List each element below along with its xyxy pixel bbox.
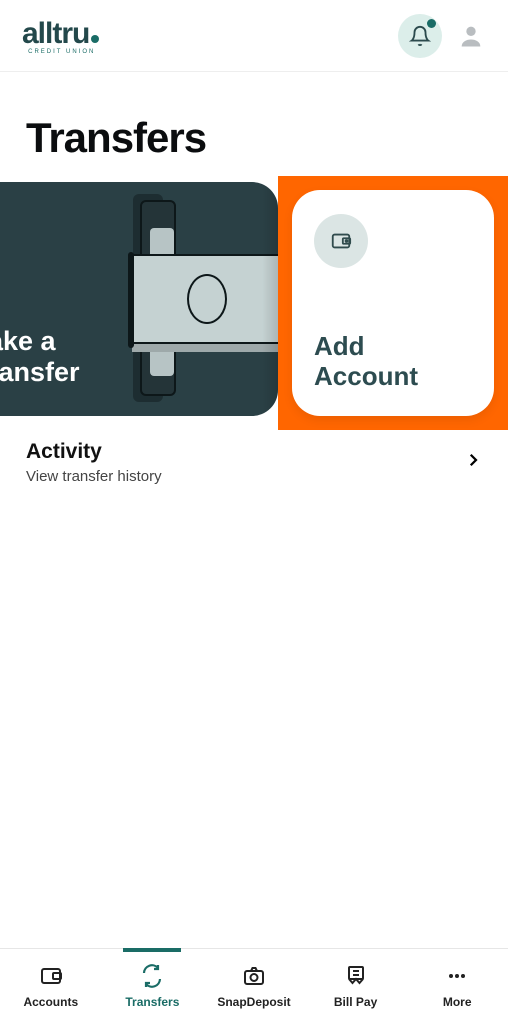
nav-snapdeposit-label: SnapDeposit (217, 995, 290, 1009)
camera-icon (242, 964, 266, 991)
brand-name: alltru (22, 17, 99, 51)
nav-more[interactable]: More (406, 949, 508, 1024)
logo-dot-icon (91, 35, 99, 43)
nav-snapdeposit[interactable]: SnapDeposit (203, 949, 305, 1024)
nav-more-label: More (443, 995, 472, 1009)
add-account-label: Add Account (314, 332, 472, 392)
nav-accounts[interactable]: Accounts (0, 949, 102, 1024)
more-icon (445, 964, 469, 991)
profile-icon (457, 22, 485, 50)
accounts-icon (39, 964, 63, 991)
profile-button[interactable] (456, 21, 486, 51)
brand-logo: alltru CREDIT UNION (22, 17, 99, 55)
notification-badge (427, 19, 436, 28)
activity-subtitle: View transfer history (26, 468, 162, 485)
activity-row[interactable]: Activity View transfer history (0, 440, 508, 485)
bell-icon (409, 25, 431, 47)
bottom-nav: Accounts Transfers SnapDeposit Bill Pay … (0, 948, 508, 1024)
page-title: Transfers (0, 72, 508, 176)
make-transfer-label: ake aransfer (0, 326, 80, 416)
billpay-icon (344, 964, 368, 991)
transfers-icon (140, 964, 164, 991)
add-account-icon-wrap (314, 214, 368, 268)
highlight-frame: Add Account (278, 176, 508, 430)
nav-accounts-label: Accounts (23, 995, 78, 1009)
nav-billpay[interactable]: Bill Pay (305, 949, 407, 1024)
app-header: alltru CREDIT UNION (0, 0, 508, 72)
chevron-right-icon (464, 451, 482, 474)
nav-billpay-label: Bill Pay (334, 995, 377, 1009)
make-transfer-card[interactable]: ake aransfer (0, 182, 278, 416)
nav-transfers[interactable]: Transfers (102, 949, 204, 1024)
cards-row: ake aransfer Add Account (0, 176, 508, 424)
activity-title: Activity (26, 440, 162, 464)
wallet-icon (330, 230, 352, 252)
add-account-card[interactable]: Add Account (292, 190, 494, 416)
nav-transfers-label: Transfers (125, 995, 179, 1009)
notifications-button[interactable] (398, 14, 442, 58)
